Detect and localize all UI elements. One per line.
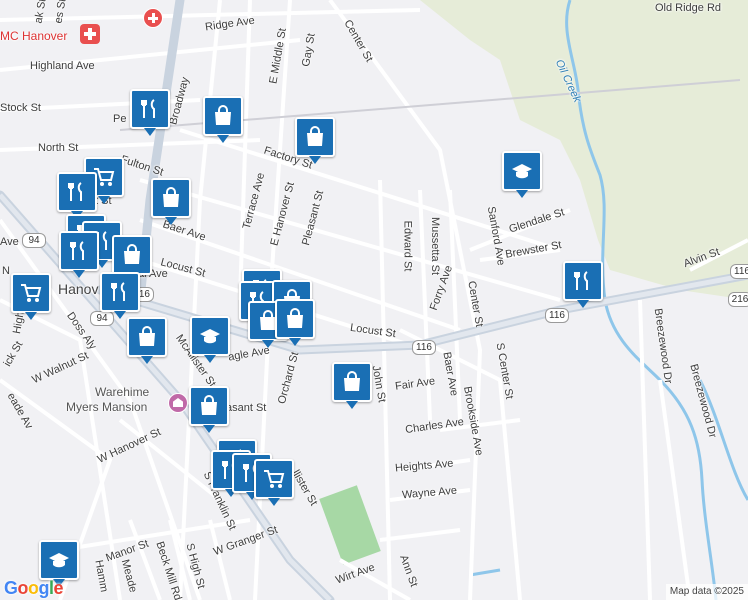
shopping-bag-icon bbox=[124, 244, 140, 264]
shopping-bag-icon bbox=[163, 187, 179, 207]
fork-knife-icon bbox=[141, 99, 155, 118]
city-label: Hanov bbox=[58, 281, 99, 297]
restaurant-marker[interactable] bbox=[59, 231, 99, 278]
graduation-cap-icon bbox=[512, 164, 532, 179]
route-116-shield: 116 bbox=[545, 308, 569, 323]
shopping-marker[interactable] bbox=[275, 299, 315, 346]
route-216-shield: 216 bbox=[728, 292, 748, 307]
fork-knife-icon bbox=[111, 282, 125, 301]
field-area bbox=[319, 485, 381, 565]
shopping-marker[interactable] bbox=[112, 235, 152, 282]
street-label: Stock St bbox=[0, 102, 41, 114]
street-label: Ave bbox=[0, 236, 19, 248]
shopping-cart-icon bbox=[264, 470, 285, 488]
hospital-icon[interactable] bbox=[80, 24, 100, 44]
poi-label-umc-hanover[interactable]: MC Hanover bbox=[0, 30, 67, 42]
shopping-bag-icon bbox=[287, 308, 303, 328]
shopping-marker[interactable] bbox=[203, 96, 243, 143]
fork-knife-icon bbox=[70, 241, 84, 260]
fork-knife-icon bbox=[574, 271, 588, 290]
school-marker[interactable] bbox=[190, 316, 230, 363]
street-label: Old Ridge Rd bbox=[655, 2, 722, 14]
shopping-marker[interactable] bbox=[295, 117, 335, 164]
route-116-shield: 116 bbox=[730, 264, 748, 279]
restaurant-marker[interactable] bbox=[100, 272, 140, 319]
restaurant-marker[interactable] bbox=[130, 89, 170, 136]
shopping-bag-icon bbox=[215, 105, 231, 125]
graduation-cap-icon bbox=[49, 553, 69, 568]
shopping-cart-icon bbox=[21, 284, 42, 302]
map-attribution[interactable]: Map data ©2025 bbox=[665, 584, 748, 600]
route-116-shield: 116 bbox=[412, 340, 436, 355]
street-label: North St bbox=[38, 142, 79, 154]
shopping-marker[interactable] bbox=[127, 317, 167, 364]
map-canvas[interactable]: Gay St Ridge Ave Highland Ave E Middle S… bbox=[0, 0, 748, 600]
graduation-cap-icon bbox=[200, 329, 220, 344]
shopping-marker[interactable] bbox=[332, 362, 372, 409]
shopping-bag-icon bbox=[307, 126, 323, 146]
grocery-marker[interactable] bbox=[11, 273, 51, 320]
school-marker[interactable] bbox=[502, 151, 542, 198]
shopping-marker[interactable] bbox=[151, 178, 191, 225]
restaurant-marker[interactable] bbox=[563, 261, 603, 308]
school-marker[interactable] bbox=[39, 540, 79, 587]
street-label: Pe bbox=[113, 113, 127, 125]
street-label: Highland Ave bbox=[30, 60, 95, 72]
shopping-bag-icon bbox=[139, 326, 155, 346]
street-label: Edward St bbox=[401, 220, 414, 272]
pond bbox=[469, 568, 501, 577]
landmark-icon[interactable] bbox=[168, 393, 188, 413]
street-label: asant St bbox=[226, 402, 267, 414]
restaurant-marker[interactable] bbox=[57, 172, 97, 219]
shopping-marker[interactable] bbox=[189, 386, 229, 433]
shopping-bag-icon bbox=[344, 371, 360, 391]
shopping-bag-icon bbox=[201, 395, 217, 415]
street-label: N bbox=[2, 265, 10, 277]
poi-label-warehime[interactable]: Warehime bbox=[95, 385, 149, 400]
google-logo[interactable]: Google bbox=[4, 578, 64, 599]
fork-knife-icon bbox=[68, 182, 82, 201]
poi-label-myers-mansion[interactable]: Myers Mansion bbox=[66, 400, 147, 415]
route-94-shield: 94 bbox=[22, 233, 46, 248]
street-label: Mussetta St bbox=[429, 216, 442, 276]
route-94-shield: 94 bbox=[90, 311, 114, 326]
grocery-marker[interactable] bbox=[254, 459, 294, 506]
hospital-icon[interactable] bbox=[143, 8, 163, 28]
